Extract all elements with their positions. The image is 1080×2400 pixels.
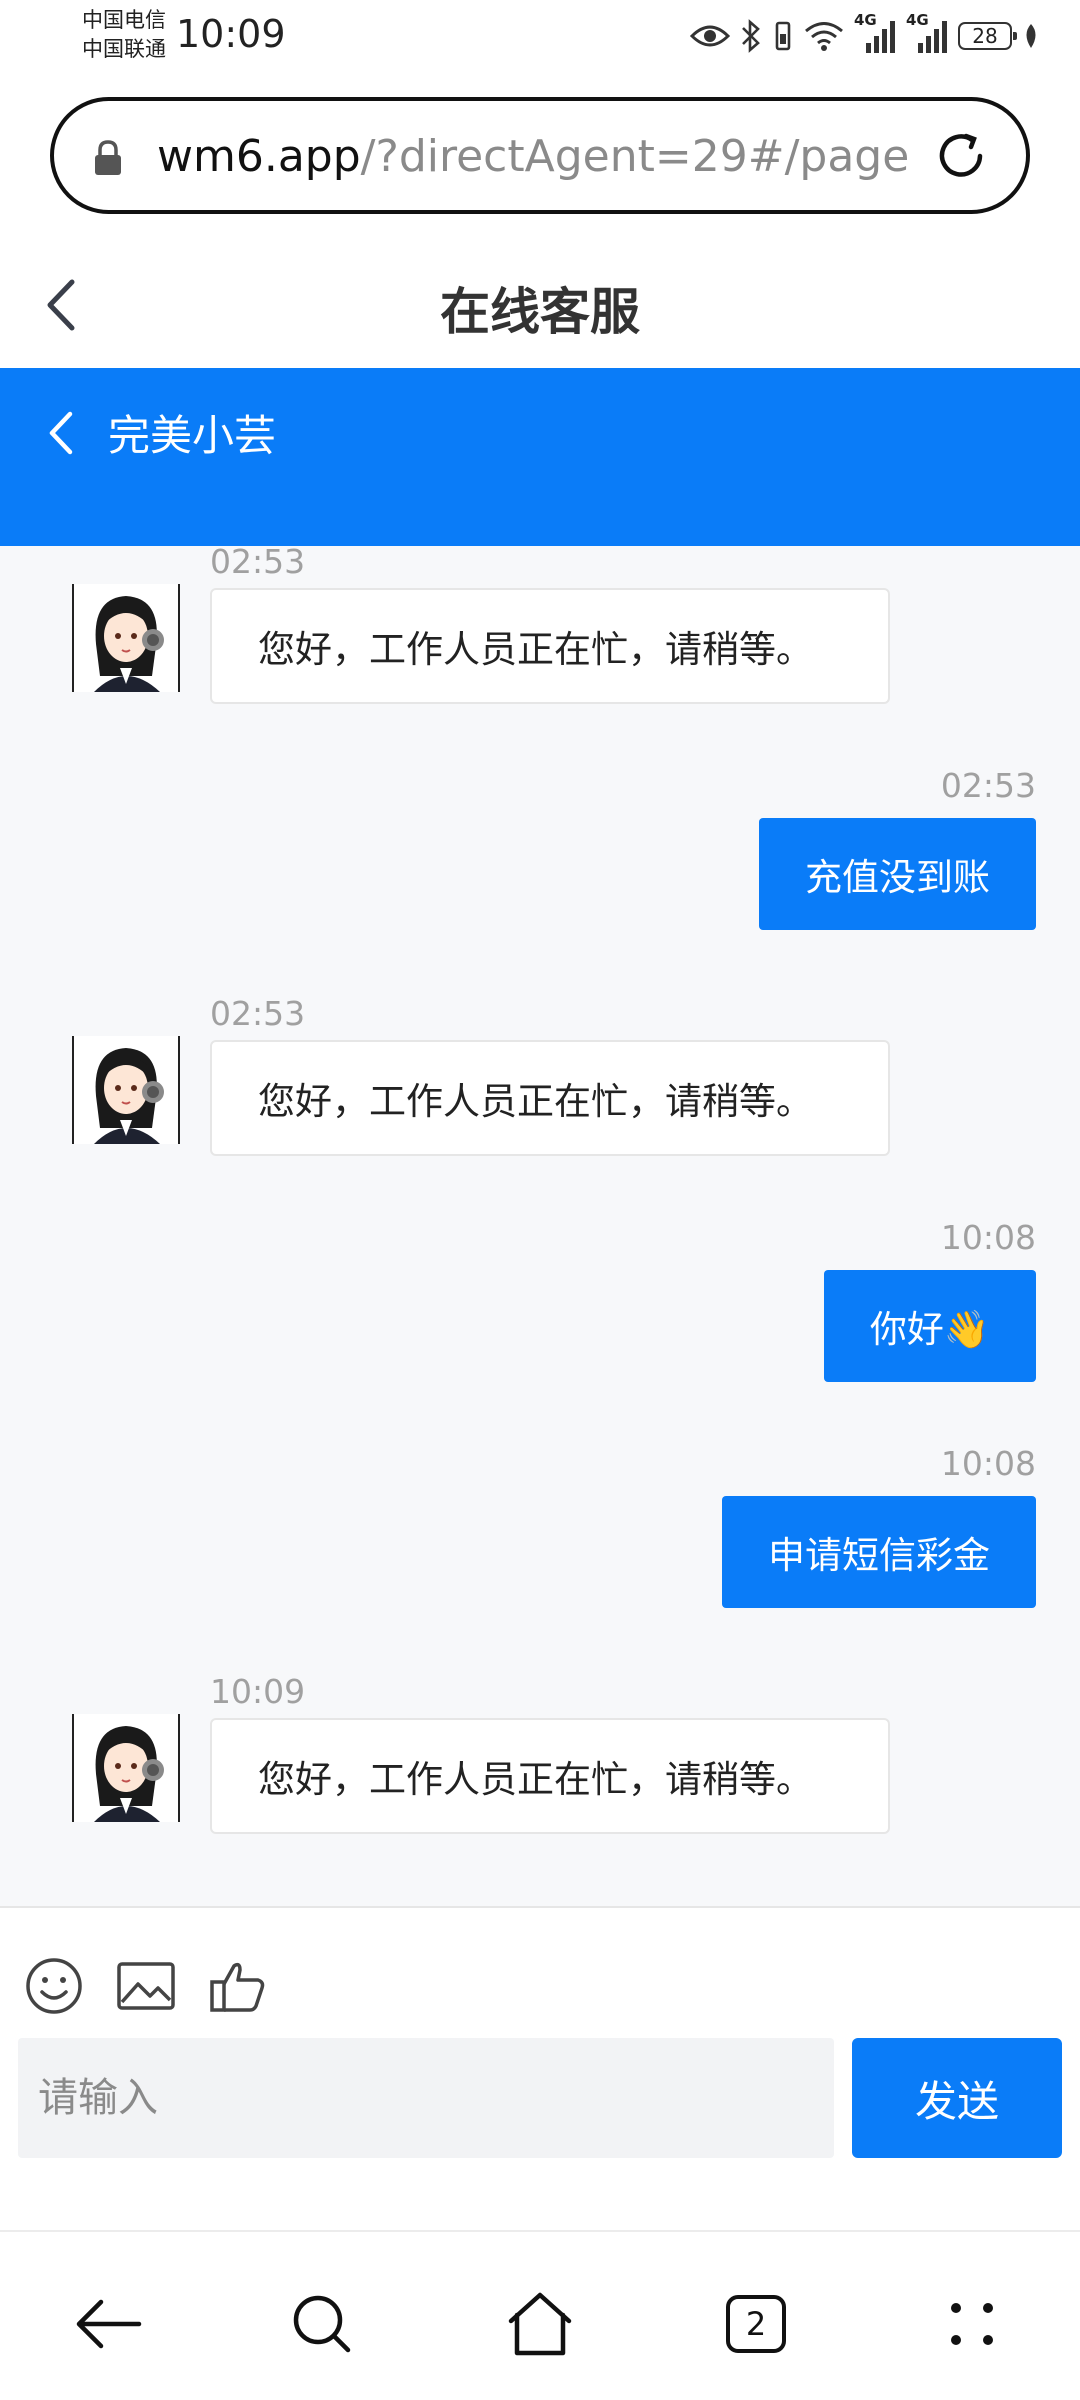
- message-time: 02:53: [210, 994, 306, 1033]
- agent-avatar-image: [94, 1726, 164, 1822]
- image-icon[interactable]: [116, 1956, 176, 2016]
- status-time: 10:09: [176, 12, 286, 56]
- message-input[interactable]: [18, 2038, 834, 2158]
- carrier-1: 中国电信: [82, 8, 166, 32]
- agent-avatar[interactable]: [72, 1036, 180, 1144]
- signal-bars-icon: [866, 21, 895, 53]
- status-icons: 4G 4G 28: [690, 11, 1040, 58]
- composer: 发送: [0, 1906, 1080, 2230]
- composer-tools: [24, 1956, 268, 2016]
- search-icon: [293, 2295, 351, 2353]
- carrier-labels: 中国电信 中国联通: [82, 6, 166, 64]
- nav-tabs-button[interactable]: 2: [716, 2284, 796, 2364]
- agent-name: 完美小芸: [108, 411, 277, 460]
- battery-indicator: 28: [958, 22, 1017, 50]
- message-time: 10:08: [940, 1444, 1036, 1483]
- agent-avatar[interactable]: [72, 584, 180, 692]
- agent-avatar[interactable]: [72, 1714, 180, 1822]
- message-list[interactable]: 02:53 您好，工作人员正在忙，请稍等。 02:53 充值没到账 02:53 …: [0, 546, 1080, 1906]
- nav-back-button[interactable]: [68, 2284, 148, 2364]
- url-path: /?directAgent=29#/page: [360, 131, 910, 182]
- url-host: wm6.app: [157, 131, 361, 182]
- page-title: 在线客服: [440, 283, 640, 341]
- message-time: 02:53: [940, 766, 1036, 805]
- nav-menu-button[interactable]: [932, 2284, 1012, 2364]
- signal-bars-icon: [918, 21, 947, 53]
- agent-avatar-image: [94, 1048, 164, 1144]
- more-icon: [951, 2303, 993, 2345]
- send-button[interactable]: 发送: [852, 2038, 1062, 2158]
- nav-home-button[interactable]: [500, 2284, 580, 2364]
- agent-avatar-image: [94, 596, 164, 692]
- message-time: 10:08: [940, 1218, 1036, 1257]
- nav-search-button[interactable]: [282, 2284, 362, 2364]
- agent-bar: 完美小芸: [0, 368, 1080, 546]
- signal-2: 4G: [906, 11, 948, 55]
- page-header: 在线客服: [0, 240, 1080, 368]
- message-time: 10:09: [210, 1672, 306, 1711]
- eye-icon: [690, 25, 730, 47]
- tab-count: 2: [726, 2295, 786, 2353]
- arrow-left-icon: [76, 2299, 142, 2349]
- reload-icon[interactable]: [932, 127, 990, 185]
- battery-level: 28: [972, 24, 998, 48]
- bluetooth-icon: [742, 19, 760, 53]
- vibrate-icon: [775, 21, 791, 51]
- carrier-2: 中国联通: [82, 37, 166, 61]
- home-icon: [508, 2292, 572, 2356]
- thumbs-up-icon[interactable]: [208, 1956, 268, 2016]
- url-text[interactable]: wm6.app/?directAgent=29#/page: [157, 129, 947, 185]
- address-bar[interactable]: wm6.app/?directAgent=29#/page: [50, 97, 1030, 214]
- agent-back-icon[interactable]: [46, 408, 76, 458]
- leaf-icon: [1026, 24, 1036, 48]
- wifi-icon: [805, 22, 843, 51]
- browser-bottom-nav: 2: [0, 2230, 1080, 2400]
- message-bubble-user[interactable]: 充值没到账: [759, 818, 1036, 930]
- signal-1: 4G: [854, 11, 896, 55]
- lock-icon: [95, 140, 121, 175]
- message-time: 02:53: [210, 546, 306, 581]
- message-bubble-user[interactable]: 申请短信彩金: [722, 1496, 1036, 1608]
- message-bubble-user[interactable]: 你好👋: [823, 1270, 1036, 1382]
- status-bar: 中国电信 中国联通 10:09 4G 4G 28: [0, 0, 1080, 80]
- smile-icon[interactable]: [24, 1956, 84, 2016]
- message-bubble-agent[interactable]: 您好，工作人员正在忙，请稍等。: [210, 588, 890, 704]
- message-bubble-agent[interactable]: 您好，工作人员正在忙，请稍等。: [210, 1040, 890, 1156]
- message-bubble-agent[interactable]: 您好，工作人员正在忙，请稍等。: [210, 1718, 890, 1834]
